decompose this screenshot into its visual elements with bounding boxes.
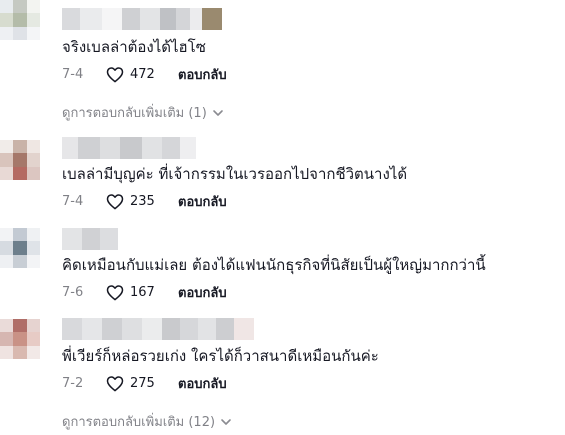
comment-date: 7-2: [62, 375, 84, 391]
reply-button[interactable]: ตอบกลับ: [178, 191, 227, 212]
comment-date: 7-6: [62, 284, 84, 300]
like-count: 235: [130, 193, 155, 209]
comment-date: 7-4: [62, 66, 84, 82]
comment-text: จริงเบลล่าต้องได้ไฮโซ: [62, 38, 206, 56]
reply-button[interactable]: ตอบกลับ: [178, 64, 227, 85]
like-button[interactable]: 167: [106, 284, 178, 301]
avatar[interactable]: [0, 319, 40, 359]
reply-button[interactable]: ตอบกลับ: [178, 282, 227, 303]
username-blurred[interactable]: [62, 318, 254, 340]
like-count: 472: [130, 66, 155, 82]
comment-meta: 7-6 167 ตอบกลับ: [62, 283, 227, 301]
comment-text: พี่เวียร์ก็หล่อรวยเก่ง ใครได้ก็วาสนาดีเห…: [62, 347, 379, 365]
heart-outline-icon: [106, 284, 124, 300]
username-blurred[interactable]: [62, 8, 222, 30]
like-button[interactable]: 235: [106, 193, 178, 210]
chevron-down-icon: [212, 109, 223, 116]
like-button[interactable]: 472: [106, 66, 178, 83]
comment-date: 7-4: [62, 193, 84, 209]
view-more-replies-label: ดูการตอบกลับเพิ่มเติม (1): [62, 106, 207, 121]
username-blurred[interactable]: [62, 137, 196, 159]
heart-outline-icon: [106, 375, 124, 391]
like-count: 275: [130, 375, 155, 391]
avatar[interactable]: [0, 140, 40, 180]
username-blurred[interactable]: [62, 228, 118, 250]
view-more-replies-button[interactable]: ดูการตอบกลับเพิ่มเติม (12): [62, 411, 232, 432]
avatar[interactable]: [0, 228, 40, 268]
comment-meta: 7-4 235 ตอบกลับ: [62, 192, 227, 210]
comment-text: คิดเหมือนกับแม่เลย ต้องได้แฟนนักธุรกิจที…: [62, 256, 486, 274]
heart-outline-icon: [106, 193, 124, 209]
reply-button[interactable]: ตอบกลับ: [178, 373, 227, 394]
comment-meta: 7-4 472 ตอบกลับ: [62, 65, 227, 83]
chevron-down-icon: [221, 418, 231, 425]
comment-text: เบลล่ามีบุญค่ะ ที่เจ้ากรรมในเวรออกไปจากช…: [62, 165, 408, 183]
view-more-replies-label: ดูการตอบกลับเพิ่มเติม (12): [62, 415, 216, 430]
avatar[interactable]: [0, 0, 40, 40]
heart-outline-icon: [106, 66, 124, 82]
view-more-replies-button[interactable]: ดูการตอบกลับเพิ่มเติม (1): [62, 102, 224, 123]
comment-meta: 7-2 275 ตอบกลับ: [62, 374, 227, 392]
like-button[interactable]: 275: [106, 375, 178, 392]
like-count: 167: [130, 284, 155, 300]
